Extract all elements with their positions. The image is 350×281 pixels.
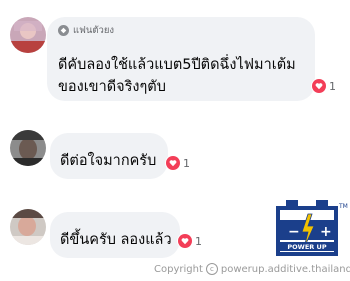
heart-icon — [178, 234, 192, 248]
copyright-watermark: Copyright c powerup.additive.thailand — [154, 263, 350, 275]
copyright-source: powerup.additive.thailand — [220, 263, 350, 275]
reaction-summary[interactable]: 1 — [177, 233, 202, 249]
badge-icon — [58, 24, 69, 36]
reaction-count: 1 — [183, 156, 190, 170]
reaction-summary[interactable]: 1 — [165, 155, 190, 171]
svg-text:+: + — [320, 224, 332, 240]
comment-text: ดีต่อใจมากครับ — [60, 153, 157, 169]
comment-text: ดีขึ้นครับ ลองแล้ว — [60, 232, 172, 248]
svg-text:TM: TM — [338, 203, 348, 210]
avatar[interactable] — [10, 17, 46, 53]
reaction-summary[interactable]: 1 — [311, 78, 336, 94]
comment-text: ดีคับลองใช้แล้วแบต5ปีติดฉึ่งไฟมาเต้ม — [58, 57, 296, 73]
heart-icon — [166, 156, 180, 170]
svg-text:−: − — [288, 224, 300, 240]
heart-icon — [312, 79, 326, 93]
copyright-icon: c — [205, 263, 218, 275]
reaction-count: 1 — [329, 79, 336, 93]
comment-text: ของเขาดีจริงๆตับ — [58, 79, 166, 95]
avatar[interactable] — [10, 130, 46, 166]
top-fan-badge: แฟนตัวยง — [58, 23, 114, 37]
avatar[interactable] — [10, 209, 46, 245]
copyright-word: Copyright — [154, 263, 203, 275]
powerup-battery-logo: − + POWER UP TM — [272, 198, 348, 258]
reaction-count: 1 — [195, 234, 202, 248]
badge-label: แฟนตัวยง — [73, 24, 115, 36]
logo-text: POWER UP — [287, 243, 326, 251]
